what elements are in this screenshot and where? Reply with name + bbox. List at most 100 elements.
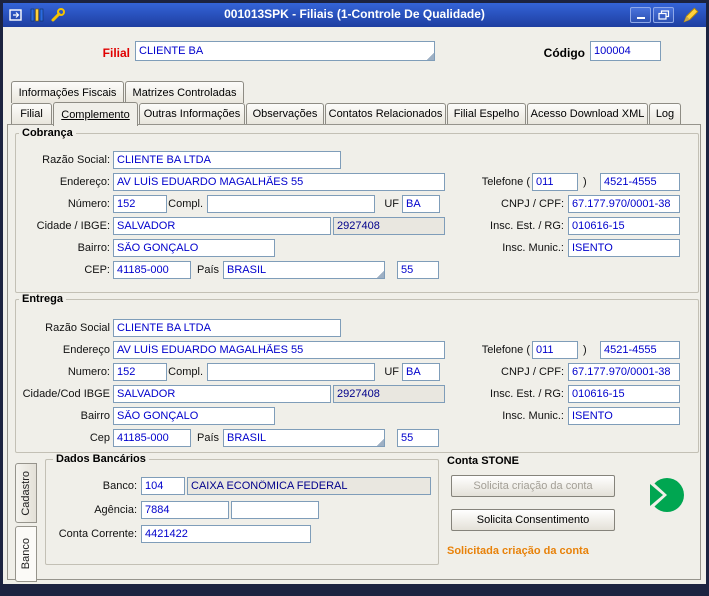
tab-filial[interactable]: Filial [11, 103, 52, 124]
codigo-input[interactable] [590, 41, 661, 61]
lookup-corner-mark [426, 52, 434, 60]
solicita-criacao-conta-button[interactable]: Solicita criação da conta [451, 475, 615, 497]
agencia-digito-input[interactable] [231, 501, 319, 519]
stone-logo-icon [643, 473, 685, 517]
entrega-endereco-label: Endereço [62, 344, 110, 356]
lookup-corner-mark [376, 438, 384, 446]
entrega-insc-est-label: Insc. Est. / RG: [490, 388, 564, 400]
cobranca-ddd-input[interactable] [532, 173, 578, 191]
tab-label: Matrizes Controladas [132, 86, 237, 99]
entrega-insc-mun-input[interactable] [568, 407, 680, 425]
filial-label: Filial [102, 46, 130, 60]
entrega-pais-input[interactable] [223, 429, 385, 447]
entrega-compl-label: Compl. [168, 366, 203, 378]
cobranca-cep-label: CEP: [84, 264, 110, 276]
side-tab-banco[interactable]: Banco [15, 526, 37, 582]
tab-log[interactable]: Log [649, 103, 681, 124]
codigo-label: Código [543, 46, 585, 60]
tab-label: Filial [20, 108, 43, 120]
restore-button[interactable] [653, 7, 674, 23]
entrega-title: Entrega [19, 293, 66, 306]
app-window: 001013SPK - Filiais (1-Controle De Quali… [0, 0, 709, 596]
side-tab-label: Cadastro [20, 470, 32, 516]
entrega-cnpj-label: CNPJ / CPF: [501, 366, 564, 378]
side-tab-label: Banco [20, 538, 32, 570]
cobranca-pais-label: País [196, 264, 219, 276]
conta-corrente-input[interactable] [141, 525, 311, 543]
entrega-telefone-label: Telefone ( [481, 344, 530, 356]
entrega-cidade-input[interactable] [113, 385, 331, 403]
cobranca-endereco-input[interactable] [113, 173, 445, 191]
cobranca-uf-input[interactable] [402, 195, 440, 213]
tab-label: Log [655, 108, 675, 120]
solicita-consentimento-button[interactable]: Solicita Consentimento [451, 509, 615, 531]
cobranca-compl-label: Compl. [168, 198, 203, 210]
window-title: 001013SPK - Filiais (1-Controle De Quali… [224, 7, 485, 21]
dados-bancarios-title: Dados Bancários [53, 453, 149, 466]
entrega-ddi-input[interactable] [397, 429, 439, 447]
stone-status-text: Solicitada criação da conta [447, 545, 589, 557]
tab-acesso-download-xml[interactable]: Acesso Download XML [527, 103, 648, 124]
cobranca-endereco-label: Endereço: [59, 176, 110, 188]
tab-complemento[interactable]: Complemento [53, 102, 138, 126]
agencia-input[interactable] [141, 501, 229, 519]
lookup-corner-mark [376, 270, 384, 278]
tab-filial-espelho[interactable]: Filial Espelho [447, 103, 526, 124]
entrega-endereco-input[interactable] [113, 341, 445, 359]
tab-label: Filial Espelho [453, 108, 520, 120]
entrega-uf-label: UF [384, 366, 399, 378]
cobranca-ddi-input[interactable] [397, 261, 439, 279]
cobranca-pais-input[interactable] [223, 261, 385, 279]
entrega-bairro-input[interactable] [113, 407, 275, 425]
entrega-cnpj-input[interactable] [568, 363, 680, 381]
tab-informacoes-fiscais[interactable]: Informações Fiscais [11, 81, 124, 103]
side-tab-cadastro[interactable]: Cadastro [15, 463, 37, 523]
cobranca-cnpj-label: CNPJ / CPF: [501, 198, 564, 210]
cobranca-compl-input[interactable] [207, 195, 375, 213]
cobranca-ibge-field [333, 217, 445, 235]
entrega-razao-social-label: Razão Social [45, 322, 110, 334]
entrega-telefone-input[interactable] [600, 341, 680, 359]
banco-codigo-input[interactable] [141, 477, 185, 495]
tab-label: Contatos Relacionados [328, 108, 443, 120]
agencia-label: Agência: [94, 504, 137, 516]
entrega-ibge-field [333, 385, 445, 403]
entrega-compl-input[interactable] [207, 363, 375, 381]
entrega-bairro-label: Bairro [80, 410, 110, 422]
entrega-uf-input[interactable] [402, 363, 440, 381]
window-frame: 001013SPK - Filiais (1-Controle De Quali… [3, 3, 706, 584]
tab-matrizes-controladas[interactable]: Matrizes Controladas [125, 81, 244, 103]
cobranca-insc-est-input[interactable] [568, 217, 680, 235]
cobranca-razao-social-label: Razão Social: [42, 154, 110, 166]
cobranca-cidade-label: Cidade / IBGE: [36, 220, 110, 232]
tab-label: Complemento [61, 108, 130, 121]
cobranca-uf-label: UF [384, 198, 399, 210]
cobranca-insc-mun-input[interactable] [568, 239, 680, 257]
tab-contatos-relacionados[interactable]: Contatos Relacionados [325, 103, 446, 124]
minimize-button[interactable] [630, 7, 651, 23]
tab-label: Informações Fiscais [18, 86, 117, 99]
tab-label: Observações [252, 108, 318, 120]
entrega-cep-label: Cep [89, 432, 110, 444]
cobranca-bairro-label: Bairro: [77, 242, 110, 254]
entrega-ddd-input[interactable] [532, 341, 578, 359]
entrega-insc-mun-label: Insc. Munic.: [502, 410, 564, 422]
cobranca-bairro-input[interactable] [113, 239, 275, 257]
cobranca-razao-social-input[interactable] [113, 151, 341, 169]
cobranca-telefone-input[interactable] [600, 173, 680, 191]
tab-observacoes[interactable]: Observações [246, 103, 324, 124]
tab-outras-informacoes[interactable]: Outras Informações [139, 103, 245, 124]
conta-corrente-label: Conta Corrente: [58, 528, 137, 540]
conta-stone-title: Conta STONE [447, 455, 519, 467]
entrega-insc-est-input[interactable] [568, 385, 680, 403]
cobranca-cidade-input[interactable] [113, 217, 331, 235]
filial-input[interactable] [135, 41, 435, 61]
tab-label: Acesso Download XML [530, 108, 645, 120]
edit-pencil-button[interactable] [682, 6, 700, 24]
banco-nome-field [187, 477, 431, 495]
cobranca-cnpj-input[interactable] [568, 195, 680, 213]
titlebar: 001013SPK - Filiais (1-Controle De Quali… [3, 3, 706, 27]
entrega-numero-label: Numero: [67, 366, 110, 378]
entrega-pais-label: País [196, 432, 219, 444]
entrega-razao-social-input[interactable] [113, 319, 341, 337]
